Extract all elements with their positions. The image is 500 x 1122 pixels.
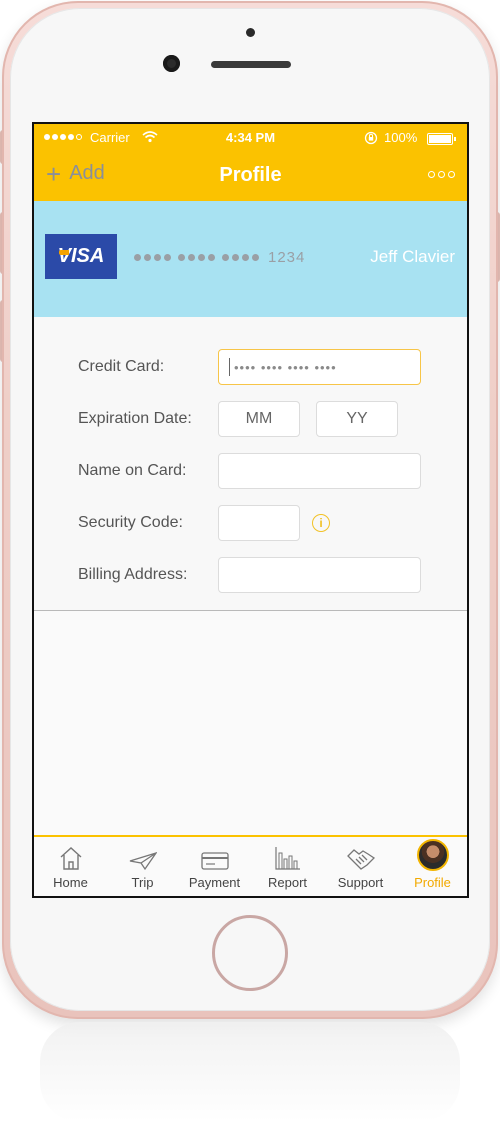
home-icon — [34, 843, 107, 871]
proximity-sensor — [246, 28, 255, 37]
tab-report[interactable]: Report — [251, 843, 324, 890]
app-header: Carrier 4:34 PM 100% + Add Profile — [34, 124, 467, 201]
tab-trip-label: Trip — [131, 875, 154, 890]
credit-card-label: Credit Card: — [78, 358, 165, 375]
front-camera — [163, 55, 180, 72]
expiration-month-input[interactable]: MM — [218, 401, 300, 437]
expiration-label: Expiration Date: — [78, 410, 192, 427]
tab-trip[interactable]: Trip — [106, 843, 179, 890]
handshake-icon — [324, 843, 397, 871]
home-button[interactable] — [212, 915, 288, 991]
security-code-input[interactable] — [218, 505, 300, 541]
battery-icon — [427, 133, 456, 145]
tab-profile[interactable]: Profile — [396, 839, 467, 890]
bar-chart-icon — [251, 843, 324, 871]
name-on-card-input[interactable] — [218, 453, 421, 489]
page-title: Profile — [219, 164, 282, 186]
payment-form: Credit Card: •••• •••• •••• •••• Expirat… — [34, 317, 467, 611]
tab-support-label: Support — [337, 875, 384, 890]
tab-home[interactable]: Home — [34, 843, 107, 890]
tab-home-label: Home — [53, 875, 88, 890]
credit-card-input[interactable]: •••• •••• •••• •••• — [218, 349, 421, 385]
tab-profile-label: Profile — [414, 875, 451, 890]
app-screen: Carrier 4:34 PM 100% + Add Profile VISA — [32, 122, 469, 898]
billing-row: Billing Address: — [34, 557, 467, 593]
name-row: Name on Card: — [34, 453, 467, 489]
card-holder-name: Jeff Clavier — [370, 247, 455, 266]
profile-avatar — [396, 839, 467, 871]
security-code-label: Security Code: — [78, 514, 183, 531]
visa-logo: VISA — [45, 234, 117, 279]
card-last4: 1234 — [268, 249, 306, 266]
card-brand: VISA — [57, 245, 105, 267]
phone-reflection — [40, 1022, 460, 1122]
security-row: Security Code: i — [34, 505, 467, 541]
battery-percent: 100% — [384, 130, 418, 145]
expiration-row: Expiration Date: MM YY — [34, 401, 467, 437]
earpiece-speaker — [211, 61, 291, 68]
tab-support[interactable]: Support — [324, 843, 397, 890]
saved-card[interactable]: VISA 1234 Jeff Clavier — [34, 201, 467, 317]
tab-payment-label: Payment — [188, 875, 241, 890]
credit-card-icon — [178, 843, 251, 871]
expiration-year-input[interactable]: YY — [316, 401, 398, 437]
paper-plane-icon — [106, 843, 179, 871]
billing-address-input[interactable] — [218, 557, 421, 593]
status-bar: Carrier 4:34 PM 100% — [34, 130, 467, 148]
tab-report-label: Report — [267, 875, 308, 890]
masked-card-number: 1234 — [134, 249, 305, 266]
tab-bar: Home Trip Payment Report Support Profile — [34, 835, 467, 896]
tab-payment[interactable]: Payment — [178, 843, 251, 890]
more-options-icon[interactable] — [428, 171, 455, 178]
billing-address-label: Billing Address: — [78, 566, 188, 583]
avatar — [416, 839, 449, 871]
info-icon[interactable]: i — [312, 514, 330, 532]
rotation-lock-icon — [364, 131, 378, 148]
credit-card-row: Credit Card: •••• •••• •••• •••• — [34, 349, 467, 385]
name-on-card-label: Name on Card: — [78, 462, 187, 479]
